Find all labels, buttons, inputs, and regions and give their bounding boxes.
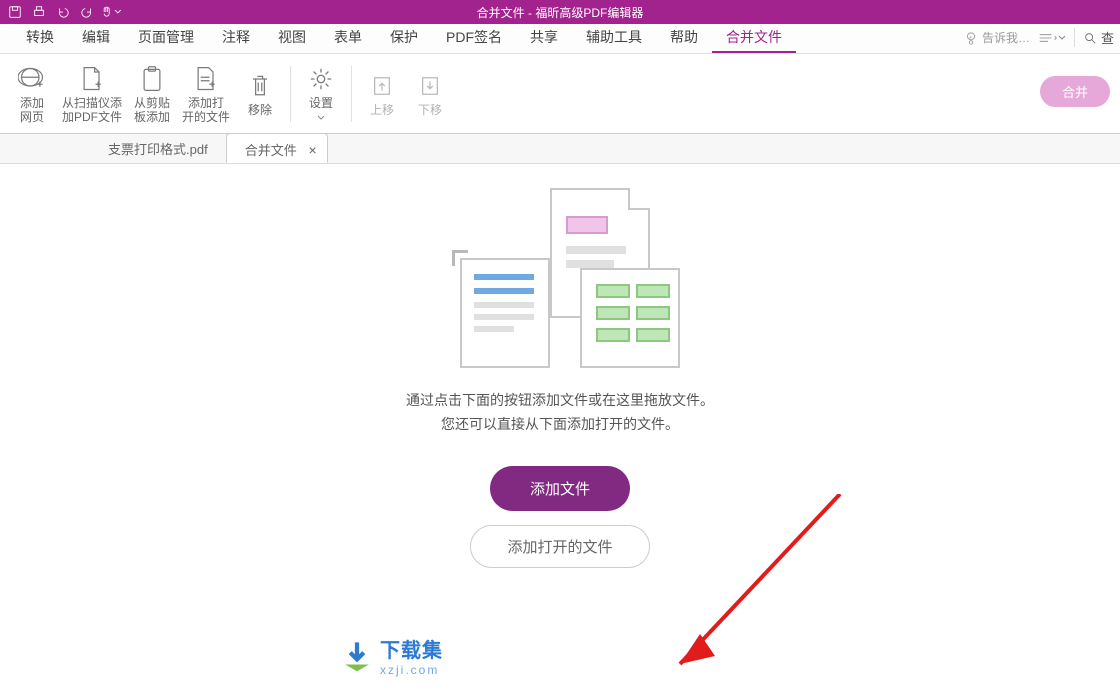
ribbon-tab-help[interactable]: 帮助 (656, 21, 712, 53)
cmd-add-webpage[interactable]: 添加网页 (8, 60, 56, 128)
download-icon (340, 639, 374, 673)
watermark: 下载集 xzji.com (340, 634, 443, 677)
add-files-button[interactable]: 添加文件 (490, 466, 630, 511)
cmd-label: 从扫描仪添加PDF文件 (62, 96, 122, 124)
tell-me-search[interactable]: 告诉我… (964, 29, 1030, 46)
illus-page-3 (580, 268, 680, 368)
watermark-url: xzji.com (380, 663, 443, 677)
globe-plus-icon (18, 64, 46, 94)
cmd-move-up[interactable]: 上移 (358, 67, 406, 121)
cmd-label: 上移 (370, 103, 394, 117)
ribbon-tab-pages[interactable]: 页面管理 (124, 21, 208, 53)
ribbon-tab-edit[interactable]: 编辑 (68, 21, 124, 53)
cmd-label: 移除 (248, 103, 272, 117)
qat-undo-icon[interactable] (52, 2, 74, 22)
separator (351, 66, 352, 122)
ribbon-tab-view[interactable]: 视图 (264, 21, 320, 53)
cmd-move-down[interactable]: 下移 (406, 67, 454, 121)
file-open-plus-icon (193, 64, 219, 94)
qat-redo-icon[interactable] (76, 2, 98, 22)
gear-icon (308, 64, 334, 94)
tell-me-placeholder: 告诉我… (982, 29, 1030, 46)
doc-tab-combine[interactable]: 合并文件 × (226, 133, 328, 163)
doc-tab-label: 合并文件 (245, 143, 297, 158)
ribbon-tab-share[interactable]: 共享 (516, 21, 572, 53)
ribbon-tab-annotate[interactable]: 注释 (208, 21, 264, 53)
ribbon-tabs: 转换 编辑 页面管理 注释 视图 表单 保护 PDF签名 共享 辅助工具 帮助 … (0, 24, 1120, 54)
arrow-up-icon (371, 71, 393, 101)
window-title: 合并文件 - 福昕高级PDF编辑器 (477, 4, 644, 21)
cmd-label: 从剪贴板添加 (134, 96, 170, 124)
watermark-text: 下载集 (380, 634, 443, 663)
cmd-add-from-clipboard[interactable]: 从剪贴板添加 (128, 60, 176, 128)
cmd-label: 设置 (309, 96, 333, 124)
illus-page-2 (460, 258, 550, 368)
merge-button[interactable]: 合并 (1040, 76, 1110, 107)
ribbon-tab-a11y[interactable]: 辅助工具 (572, 21, 656, 53)
ribbon-tab-protect[interactable]: 保护 (376, 21, 432, 53)
cmd-add-from-scanner[interactable]: 从扫描仪添加PDF文件 (56, 60, 128, 128)
ribbon-right-controls: 告诉我… 查 (964, 28, 1114, 47)
doc-tab-pdf[interactable]: 支票打印格式.pdf (90, 133, 226, 163)
document-tabs: 支票打印格式.pdf 合并文件 × (0, 134, 1120, 164)
separator (290, 66, 291, 122)
find-label: 查 (1101, 28, 1114, 47)
cmd-settings[interactable]: 设置 (297, 60, 345, 128)
ribbon-tab-form[interactable]: 表单 (320, 21, 376, 53)
empty-illustration (440, 188, 680, 368)
cmd-add-open-files[interactable]: 添加打开的文件 (176, 60, 236, 128)
cmd-remove[interactable]: 移除 (236, 67, 284, 121)
main-canvas: 通过点击下面的按钮添加文件或在这里拖放文件。 您还可以直接从下面添加打开的文件。… (0, 164, 1120, 700)
trash-icon (248, 71, 272, 101)
qat-hand-icon[interactable] (100, 2, 122, 22)
cmd-label: 下移 (418, 103, 442, 117)
clipboard-icon (140, 64, 164, 94)
options-dropdown-icon[interactable] (1038, 31, 1066, 45)
ribbon-tab-sign[interactable]: PDF签名 (432, 21, 516, 53)
add-open-files-button[interactable]: 添加打开的文件 (470, 525, 649, 568)
qat-print-icon[interactable] (28, 2, 50, 22)
ribbon-commands: 添加网页 从扫描仪添加PDF文件 从剪贴板添加 添加打开的文件 移除 设置 上移… (0, 54, 1120, 134)
find-button[interactable]: 查 (1074, 28, 1114, 47)
file-plus-icon (79, 64, 105, 94)
close-icon[interactable]: × (309, 142, 317, 158)
arrow-down-icon (419, 71, 441, 101)
cmd-label: 添加网页 (20, 96, 44, 124)
ribbon-tab-convert[interactable]: 转换 (12, 21, 68, 53)
quick-access-toolbar (0, 2, 122, 22)
ribbon-tab-combine[interactable]: 合并文件 (712, 21, 796, 53)
empty-hint-line2: 您还可以直接从下面添加打开的文件。 (406, 412, 714, 436)
empty-hint-line1: 通过点击下面的按钮添加文件或在这里拖放文件。 (406, 388, 714, 412)
cmd-label: 添加打开的文件 (182, 96, 230, 124)
qat-save-icon[interactable] (4, 2, 26, 22)
empty-state: 通过点击下面的按钮添加文件或在这里拖放文件。 您还可以直接从下面添加打开的文件。… (406, 188, 714, 568)
